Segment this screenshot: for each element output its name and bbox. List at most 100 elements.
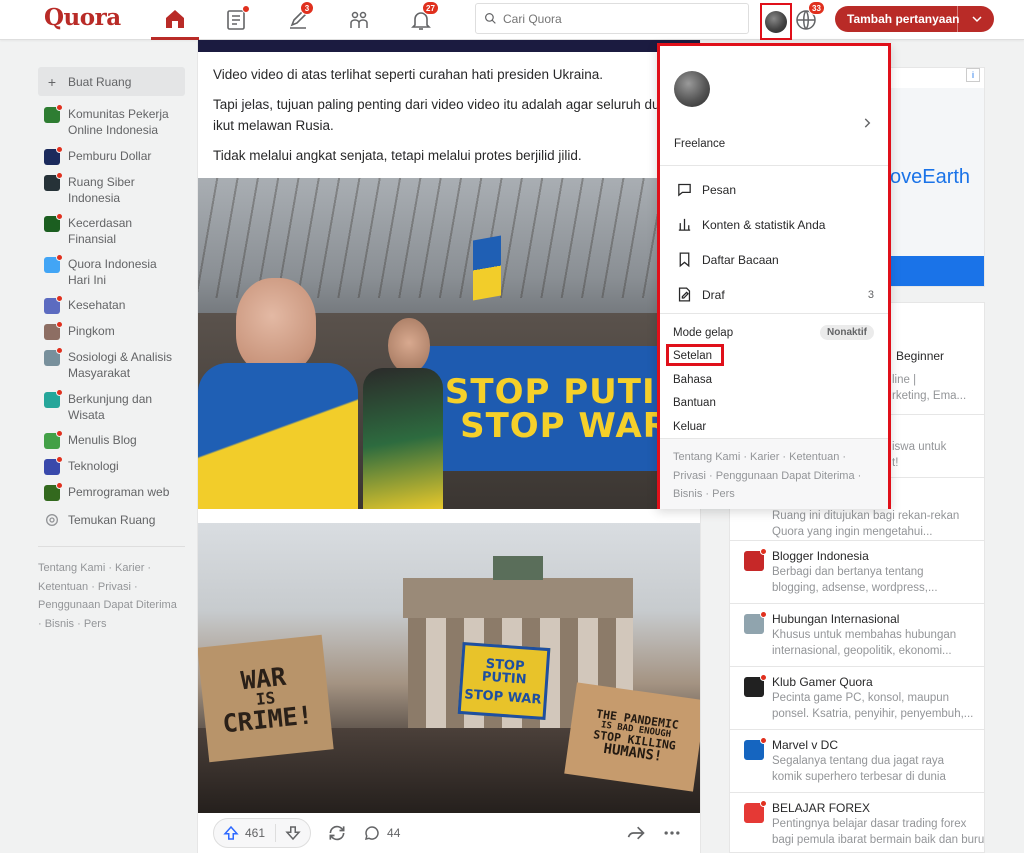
- profile-credential: Freelance: [674, 138, 726, 150]
- space-suggestion-row[interactable]: Klub Gamer Quora Pecinta game PC, konsol,…: [730, 666, 984, 729]
- discover-spaces-link[interactable]: Temukan Ruang: [38, 508, 185, 532]
- profile-header[interactable]: Freelance: [660, 46, 888, 166]
- upvote-arrow-icon: [223, 825, 239, 840]
- speaker-head: [236, 278, 316, 373]
- create-space-button[interactable]: + Buat Ruang: [38, 67, 185, 96]
- menu-item-messages[interactable]: Pesan: [660, 172, 888, 207]
- unread-dot: [56, 321, 63, 328]
- space-suggestion-row[interactable]: Blogger Indonesia Berbagi dan bertanya te…: [730, 540, 984, 603]
- space-icon: [744, 737, 767, 760]
- more-options-button[interactable]: [662, 823, 682, 843]
- bookmark-icon: [679, 252, 690, 268]
- footer-line[interactable]: Privasi · Penggunaan Dapat Diterima ·: [673, 467, 875, 486]
- space-suggestion-row[interactable]: BELAJAR FOREX Pentingnya belajar dasar tr…: [730, 792, 985, 852]
- sidebar-space-item[interactable]: Quora Indonesia Hari Ini: [38, 252, 185, 292]
- space-icon: [44, 254, 63, 273]
- sidebar-space-label: Kecerdasan Finansial: [68, 216, 133, 246]
- space-desc: Berbagi dan bertanya tentang: [772, 566, 924, 578]
- footer-line[interactable]: Tentang Kami · Karier ·: [38, 559, 185, 578]
- chevron-right-icon: [864, 118, 871, 128]
- reshare-icon: [329, 825, 345, 841]
- space-desc: Khusus untuk membahas hubungan: [772, 629, 957, 641]
- downvote-button[interactable]: [276, 824, 302, 842]
- share-button[interactable]: [626, 823, 646, 843]
- search-input[interactable]: [503, 11, 733, 26]
- comment-icon: [365, 826, 379, 841]
- menu-item-bookmarks[interactable]: Daftar Bacaan: [660, 242, 888, 277]
- following-nav-button[interactable]: [212, 0, 260, 40]
- share-reshare-button[interactable]: [327, 823, 347, 843]
- protest-photo-1[interactable]: STOP PUTIN STOP WAR: [198, 178, 700, 509]
- unread-dot: [56, 456, 63, 463]
- space-suggestion-row[interactable]: Marvel v DC Segalanya tentang dua jagat r…: [730, 729, 984, 792]
- menu-item-stats[interactable]: Konten & statistik Anda: [660, 207, 888, 242]
- menu-item-help[interactable]: Bantuan: [660, 392, 888, 416]
- menu-item-language[interactable]: Bahasa: [660, 368, 888, 392]
- sidebar-space-item[interactable]: Berkunjung dan Wisata: [38, 387, 185, 427]
- answer-nav-button[interactable]: 3: [274, 0, 322, 40]
- protest-photo-2[interactable]: WAR IS CRIME! STOP PUTIN STOP WAR THE PA…: [198, 523, 700, 815]
- upvote-button[interactable]: 461: [222, 824, 277, 842]
- space-icon: [744, 674, 767, 697]
- discover-spaces-label: Temukan Ruang: [68, 513, 156, 527]
- sidebar-space-item[interactable]: Menulis Blog: [38, 428, 185, 453]
- chevron-down-icon[interactable]: [969, 11, 985, 27]
- footer-line[interactable]: Penggunaan Dapat Diterima: [38, 596, 185, 615]
- menu-item-label: Pesan: [702, 182, 737, 197]
- sidebar-space-item[interactable]: Komunitas Pekerja Online Indonesia: [38, 102, 185, 142]
- footer-line[interactable]: Bisnis · Pers: [673, 485, 875, 504]
- comment-button[interactable]: 44: [363, 824, 400, 842]
- search-box[interactable]: [475, 3, 749, 34]
- downvote-arrow-icon: [285, 826, 301, 841]
- spaces-nav-button[interactable]: [335, 0, 383, 40]
- sidebar-space-label: Ruang Siber Indonesia: [68, 175, 135, 205]
- unread-dot: [760, 800, 767, 807]
- dark-mode-toggle[interactable]: Mode gelap Nonaktif: [660, 321, 888, 345]
- footer-line[interactable]: · Bisnis · Pers: [38, 615, 185, 634]
- space-desc: komik superhero terbesar di dunia: [772, 771, 946, 783]
- space-desc: bagi pemula ibarat bermain baik dan buru…: [772, 834, 985, 846]
- footer-line[interactable]: Ketentuan · Privasi ·: [38, 578, 185, 597]
- sidebar-space-item[interactable]: Sosiologi & Analisis Masyarakat: [38, 345, 185, 385]
- sidebar-space-item[interactable]: Ruang Siber Indonesia: [38, 170, 185, 210]
- more-dots-icon: [664, 831, 680, 835]
- ad-info-icon[interactable]: i: [966, 68, 980, 82]
- space-name: Klub Gamer Quora: [772, 675, 873, 689]
- language-nav-button[interactable]: 33: [786, 0, 826, 40]
- add-question-button[interactable]: Tambah pertanyaan: [835, 6, 994, 32]
- sidebar-space-item[interactable]: Pingkom: [38, 319, 185, 344]
- notifications-badge: 27: [422, 1, 439, 15]
- ukraine-flag: [473, 235, 501, 301]
- unread-dot: [56, 213, 63, 220]
- quora-logo[interactable]: Quora: [44, 4, 121, 31]
- sidebar-space-item[interactable]: Kecerdasan Finansial: [38, 211, 185, 251]
- space-desc: Pentingnya belajar dasar trading forex: [772, 818, 967, 830]
- space-desc: Pecinta game PC, konsol, maupun: [772, 692, 950, 704]
- notifications-nav-button[interactable]: 27: [397, 0, 445, 40]
- unread-dot: [760, 737, 767, 744]
- comment-count: 44: [387, 826, 401, 840]
- space-icon: [44, 389, 63, 408]
- space-name: Marvel v DC: [772, 738, 839, 752]
- space-desc: Segalanya tentang dua jagat raya: [772, 755, 944, 767]
- space-icon: [44, 295, 63, 314]
- sidebar-space-label: Komunitas Pekerja Online Indonesia: [68, 107, 169, 137]
- sidebar-space-item[interactable]: Kesehatan: [38, 293, 185, 318]
- sidebar-space-item[interactable]: Pemburu Dollar: [38, 144, 185, 169]
- footer-line[interactable]: Tentang Kami · Karier · Ketentuan ·: [673, 448, 875, 467]
- button-divider: [957, 6, 958, 32]
- space-suggestion-row[interactable]: Hubungan Internasional Khusus untuk memba…: [730, 603, 984, 666]
- sidebar-space-item[interactable]: Pemrograman web: [38, 480, 185, 505]
- menu-item-drafts[interactable]: Draf 3: [660, 277, 888, 312]
- menu-item-logout[interactable]: Keluar: [660, 415, 888, 439]
- space-icon: [44, 456, 63, 475]
- space-desc: iswa untuk: [892, 441, 947, 453]
- sidebar-space-item[interactable]: Teknologi: [38, 454, 185, 479]
- space-icon: [44, 172, 63, 191]
- unread-dot: [760, 611, 767, 618]
- dark-mode-state-pill: Nonaktif: [820, 325, 874, 341]
- space-desc: Quora yang ingin mengetahui...: [772, 526, 933, 538]
- unread-dot: [56, 389, 63, 396]
- home-nav-button[interactable]: [151, 0, 199, 40]
- unread-dot: [56, 295, 63, 302]
